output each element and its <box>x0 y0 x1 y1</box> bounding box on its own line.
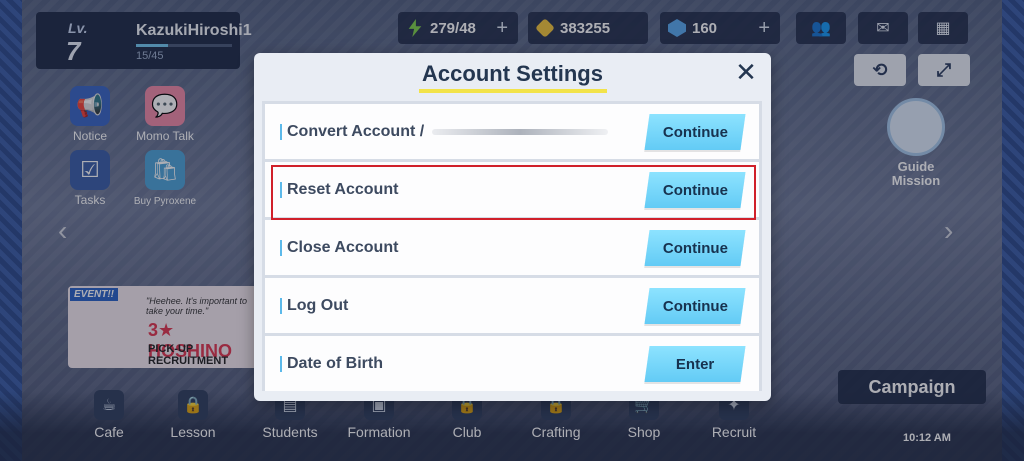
row-reset-account: Reset Account Continue <box>265 162 759 217</box>
title-underline <box>419 89 607 93</box>
button-label: Continue <box>662 181 728 199</box>
reset-account-continue-button[interactable]: Continue <box>644 172 746 208</box>
log-out-continue-button[interactable]: Continue <box>644 288 746 324</box>
row-date-of-birth: Date of Birth Enter <box>265 336 759 391</box>
row-accent-bar <box>280 297 282 314</box>
redacted-account-id <box>432 128 609 135</box>
dialog-header: Account Settings ✕ <box>254 53 771 97</box>
settings-list: Convert Account / Continue Reset Account… <box>262 101 762 391</box>
close-button[interactable]: ✕ <box>733 59 759 85</box>
log-out-label: Log Out <box>287 296 349 314</box>
reset-account-label: Reset Account <box>287 180 399 198</box>
row-log-out: Log Out Continue <box>265 278 759 333</box>
date-of-birth-enter-button[interactable]: Enter <box>644 346 746 382</box>
row-close-account: Close Account Continue <box>265 220 759 275</box>
button-label: Enter <box>675 355 715 373</box>
row-accent-bar <box>280 181 282 198</box>
dialog-title: Account Settings <box>422 61 603 86</box>
row-accent-bar <box>280 239 282 256</box>
convert-account-continue-button[interactable]: Continue <box>644 114 746 150</box>
row-convert-account: Convert Account / Continue <box>265 104 759 159</box>
close-account-continue-button[interactable]: Continue <box>644 230 746 266</box>
button-label: Continue <box>662 123 728 141</box>
convert-account-label: Convert Account / <box>287 122 425 140</box>
row-accent-bar <box>280 123 282 140</box>
close-account-label: Close Account <box>287 238 399 256</box>
button-label: Continue <box>662 239 728 257</box>
row-accent-bar <box>280 355 282 372</box>
account-settings-dialog: Account Settings ✕ Convert Account / Con… <box>254 53 771 401</box>
close-icon: ✕ <box>735 57 757 87</box>
button-label: Continue <box>662 297 728 315</box>
date-of-birth-label: Date of Birth <box>287 354 383 372</box>
